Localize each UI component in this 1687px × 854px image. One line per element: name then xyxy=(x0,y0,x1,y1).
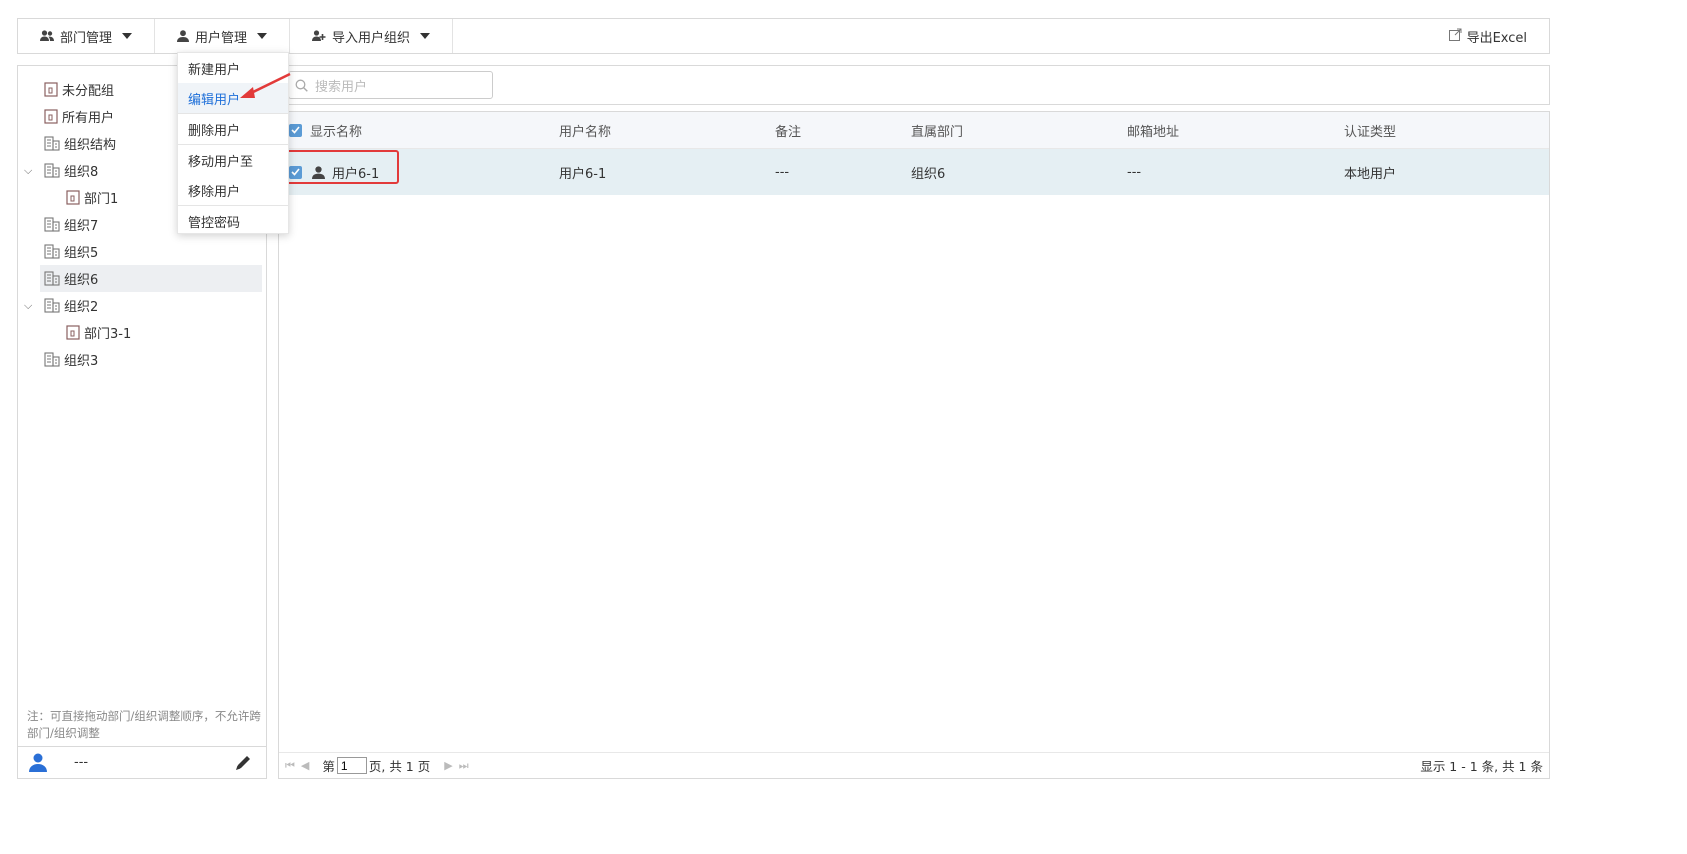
menu-item[interactable]: 管控密码 xyxy=(178,205,288,236)
table-row[interactable]: 用户6-1 用户6-1 --- 组织6 --- 本地用户 xyxy=(279,149,1549,195)
header-cell-auth-type[interactable]: 认证类型 xyxy=(1344,112,1396,148)
first-page-icon[interactable]: ⏮ xyxy=(285,759,295,773)
table-header: 显示名称 用户名称 备注 直属部门 邮箱地址 认证类型 xyxy=(279,112,1549,149)
cell-remark: --- xyxy=(775,164,790,180)
export-icon xyxy=(1448,28,1462,45)
import-org-button[interactable]: 导入用户组织 xyxy=(290,19,454,53)
tree-node[interactable]: 部门3-1 xyxy=(18,319,266,346)
selection-highlight-box xyxy=(280,150,399,184)
search-input[interactable]: 搜索用户 xyxy=(288,71,493,99)
search-placeholder: 搜索用户 xyxy=(315,79,368,95)
cell-auth-type: 本地用户 xyxy=(1344,166,1397,182)
header-cell-remark[interactable]: 备注 xyxy=(775,112,801,148)
header-cell-dept[interactable]: 直属部门 xyxy=(911,112,963,148)
tree-node[interactable]: 组织3 xyxy=(18,346,266,373)
caret-down-icon xyxy=(122,33,133,39)
caret-down-icon xyxy=(420,33,431,39)
users-icon xyxy=(40,30,54,42)
tree-node-label: 部门1 xyxy=(84,192,119,207)
tree-node-label: 组织2 xyxy=(64,300,99,315)
org-icon xyxy=(44,136,60,151)
tree-node-label: 未分配组 xyxy=(62,84,115,99)
tree-node-label: 组织3 xyxy=(64,354,99,369)
dept-mgmt-button[interactable]: 部门管理 xyxy=(18,19,156,53)
export-label: 导出Excel xyxy=(1466,30,1527,46)
header-cell-display-name[interactable]: 显示名称 xyxy=(289,112,362,148)
dept-mgmt-label: 部门管理 xyxy=(60,30,113,46)
page-suffix: 页, 共 1 页 xyxy=(368,759,431,774)
org-icon xyxy=(44,271,60,286)
last-page-icon[interactable]: ⏭ xyxy=(459,759,469,773)
user-grid: 显示名称 用户名称 备注 直属部门 邮箱地址 认证类型 用户6-1 用户6-1 … xyxy=(278,111,1550,779)
cell-username: 用户6-1 xyxy=(559,166,607,182)
tree-footer: --- xyxy=(18,746,266,778)
tree-note: 注：可直接拖动部门/组织调整顺序，不允许跨部门/组织调整 xyxy=(27,709,261,740)
user-icon xyxy=(177,30,190,42)
dept-icon xyxy=(44,82,58,97)
tree-node-label: 所有用户 xyxy=(62,111,115,126)
org-icon xyxy=(44,352,60,367)
pointer-arrow-annotation xyxy=(240,72,291,98)
import-users-icon xyxy=(312,30,326,42)
next-page-icon[interactable]: ▶ xyxy=(444,759,452,772)
tree-node[interactable]: 组织6 xyxy=(40,265,262,292)
dept-icon xyxy=(66,190,80,205)
page-prefix: 第 xyxy=(322,759,335,774)
tree-node-label: 部门3-1 xyxy=(84,327,132,342)
org-icon xyxy=(44,163,60,178)
tree-footer-value: --- xyxy=(74,755,89,770)
admin-user-icon[interactable] xyxy=(28,753,48,772)
tree-node[interactable]: ⌵ 组织2 xyxy=(18,292,266,319)
caret-down-icon xyxy=(257,33,268,39)
prev-page-icon[interactable]: ◀ xyxy=(301,759,309,772)
tree-node-label: 组织8 xyxy=(64,165,99,180)
pagination: ⏮ ◀ 第 页, 共 1 页 ▶ ⏭ 显示 1 - 1 条, 共 1 条 xyxy=(279,752,1549,778)
search-icon xyxy=(295,79,315,92)
tree-node-label: 组织结构 xyxy=(64,138,117,153)
dept-icon xyxy=(44,109,58,124)
user-mgmt-label: 用户管理 xyxy=(195,30,248,46)
export-excel-button[interactable]: 导出Excel xyxy=(1427,19,1549,53)
tree-node[interactable]: 组织5 xyxy=(18,238,266,265)
header-cell-username[interactable]: 用户名称 xyxy=(559,112,611,148)
expand-chevron-icon[interactable]: ⌵ xyxy=(24,164,32,178)
dept-icon xyxy=(66,325,80,340)
org-icon xyxy=(44,217,60,232)
tree-node-label: 组织7 xyxy=(64,219,99,234)
import-org-label: 导入用户组织 xyxy=(332,30,411,46)
edit-pencil-icon[interactable] xyxy=(235,754,252,771)
org-icon xyxy=(44,298,60,313)
menu-item[interactable]: 删除用户 xyxy=(178,113,288,144)
page-number-input[interactable] xyxy=(336,757,367,774)
select-all-checkbox[interactable] xyxy=(289,123,302,137)
tree-node-label: 组织6 xyxy=(64,273,99,288)
search-bar: 搜索用户 xyxy=(278,65,1550,105)
tree-node-label: 组织5 xyxy=(64,246,99,261)
menu-item[interactable]: 移除用户 xyxy=(178,175,288,205)
header-cell-email[interactable]: 邮箱地址 xyxy=(1127,112,1179,148)
pager-summary: 显示 1 - 1 条, 共 1 条 xyxy=(1420,759,1543,774)
expand-chevron-icon[interactable]: ⌵ xyxy=(24,299,32,313)
cell-email: --- xyxy=(1127,164,1142,180)
org-icon xyxy=(44,244,60,259)
menu-item[interactable]: 移动用户至 xyxy=(178,144,288,175)
toolbar: 部门管理 用户管理 导入用户组织 导出Excel xyxy=(17,18,1550,54)
user-mgmt-button[interactable]: 用户管理 xyxy=(155,19,291,53)
cell-dept: 组织6 xyxy=(911,166,946,182)
